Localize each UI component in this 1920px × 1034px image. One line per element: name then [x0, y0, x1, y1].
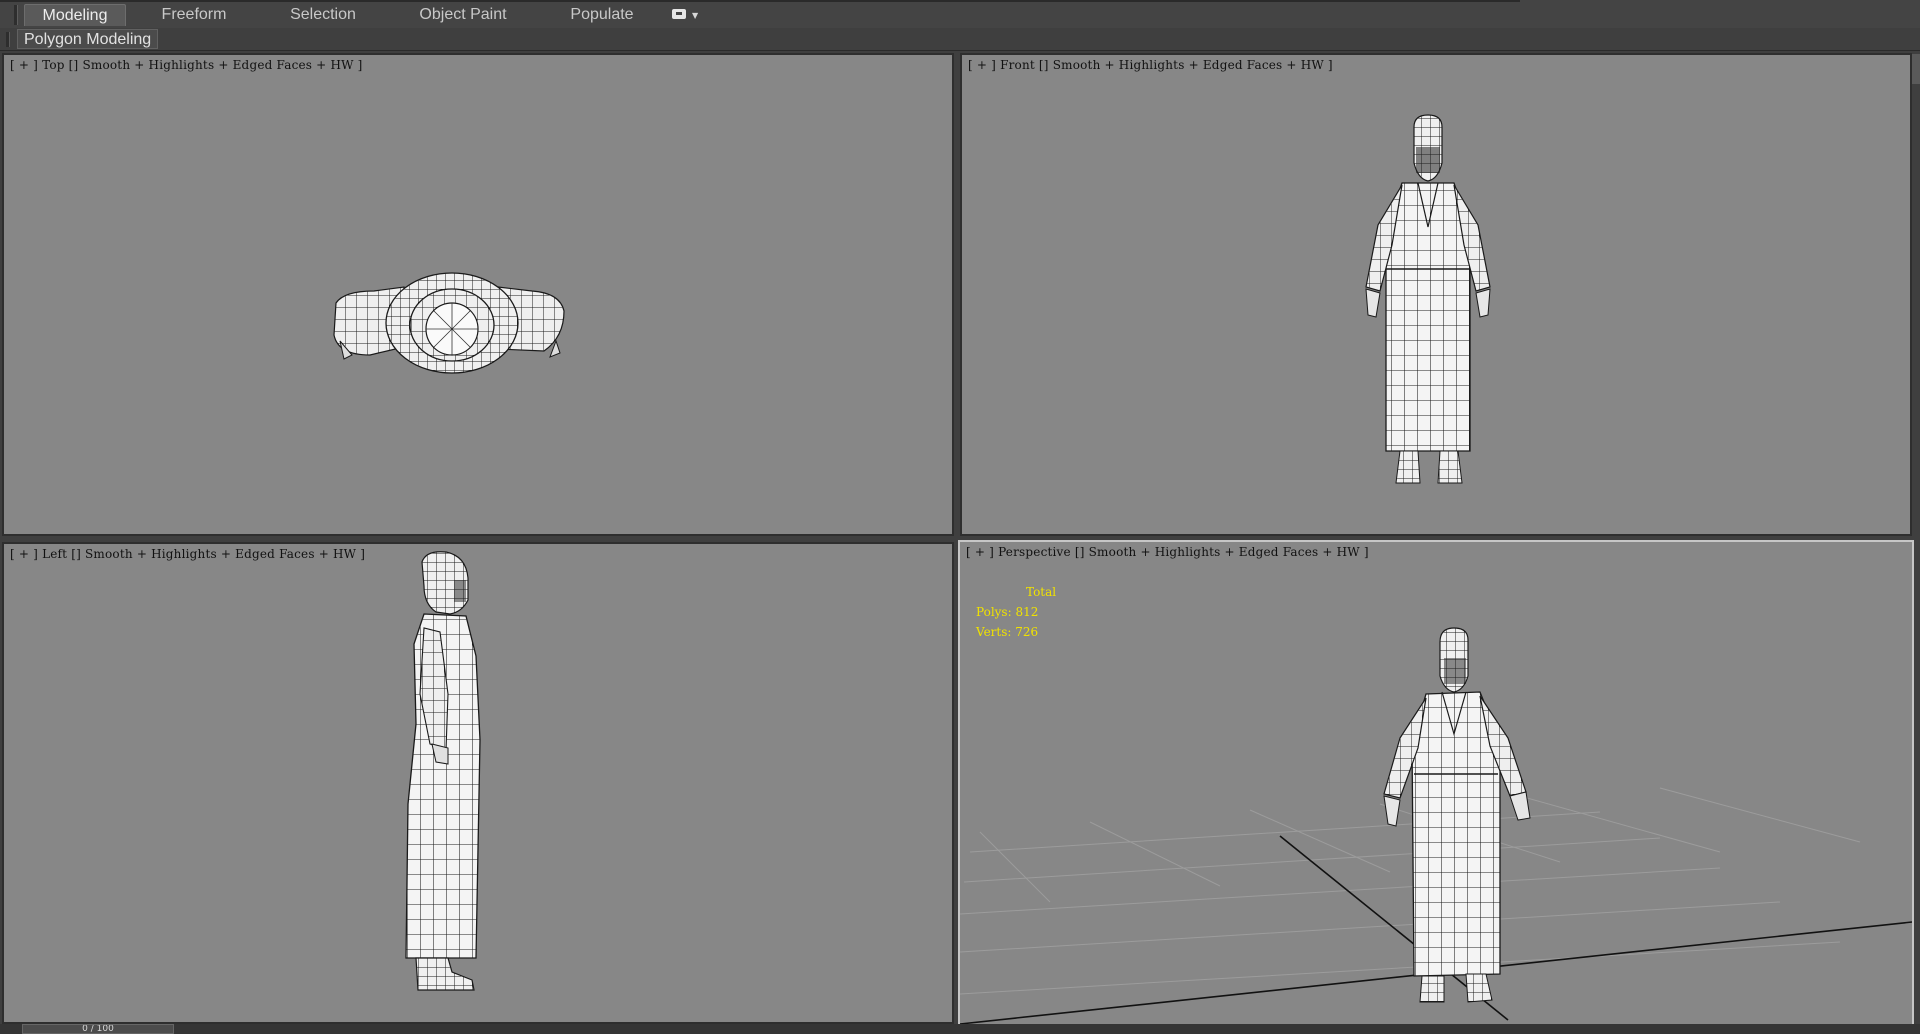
viewport-front[interactable]: [ + ] Front [] Smooth + Highlights + Edg… — [960, 53, 1912, 536]
ribbon-tab-bar: Modeling Freeform Selection Object Paint… — [0, 0, 1920, 29]
chevron-down-icon: ▼ — [692, 11, 699, 20]
tab-object-paint[interactable]: Object Paint — [408, 4, 518, 26]
viewport-perspective[interactable]: [ + ] Perspective [] Smooth + Highlights… — [958, 540, 1914, 1026]
polygon-modeling-panel-button[interactable]: Polygon Modeling — [17, 29, 159, 49]
home-grid — [960, 787, 1861, 995]
ribbon-panel: Polygon Modeling — [0, 28, 1920, 51]
right-scrollbar[interactable] — [1912, 54, 1920, 84]
tab-modeling[interactable]: Modeling — [24, 4, 126, 26]
time-slider[interactable]: 0 / 100 — [22, 1024, 174, 1034]
bottom-bar — [0, 1024, 1920, 1034]
ribbon-grip-icon[interactable] — [14, 5, 18, 25]
tab-freeform[interactable]: Freeform — [150, 4, 238, 26]
perspective-view-scene — [960, 627, 1912, 1024]
ribbon-top-line — [0, 0, 1520, 2]
left-view-mesh — [405, 551, 481, 991]
tab-selection[interactable]: Selection — [278, 4, 368, 26]
viewport-left[interactable]: [ + ] Left [] Smooth + Highlights + Edge… — [2, 542, 954, 1024]
tab-populate[interactable]: Populate — [560, 4, 644, 26]
panel-grip-icon[interactable] — [6, 32, 10, 47]
view-options-box-icon — [672, 9, 686, 19]
viewport-top[interactable]: [ + ] Top [] Smooth + Highlights + Edged… — [2, 53, 954, 536]
front-view-mesh — [1365, 114, 1491, 484]
view-options-icon[interactable]: ▼ — [672, 9, 702, 22]
top-view-mesh — [333, 272, 565, 374]
